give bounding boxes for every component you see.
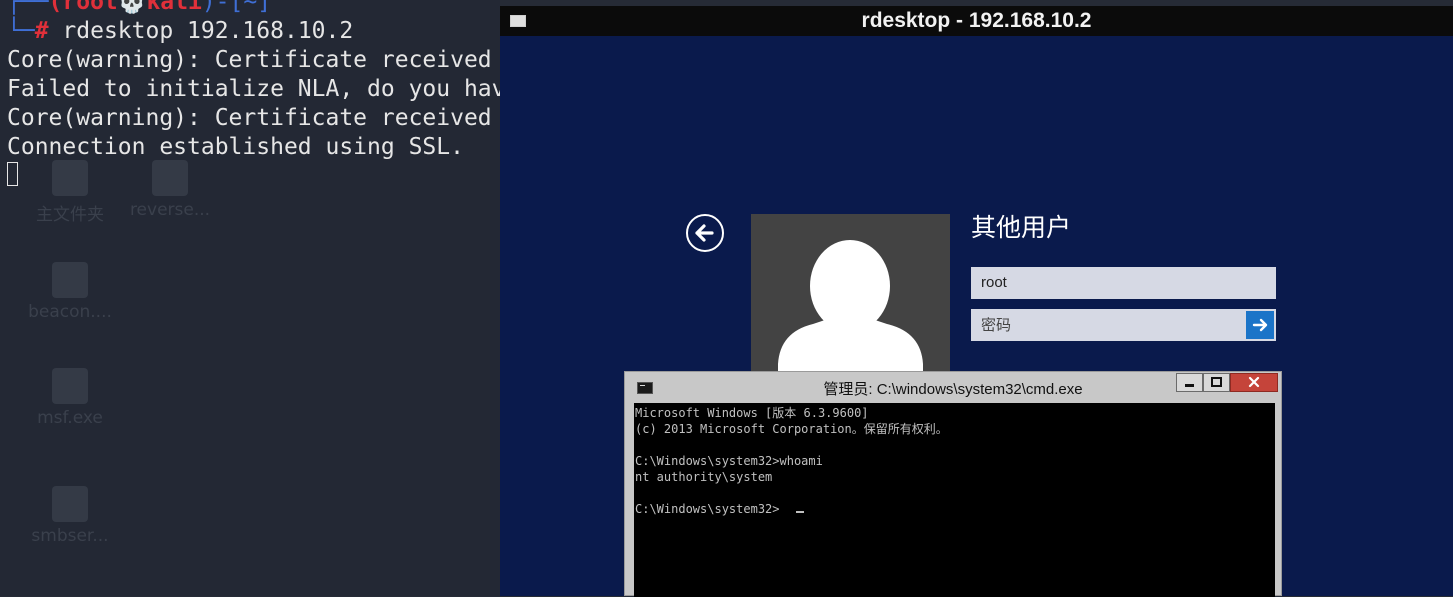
terminal-output-line: Core(warning): Certificate received [7, 105, 492, 131]
python-file-icon [52, 486, 88, 522]
maximize-button[interactable] [1203, 373, 1230, 392]
desktop-icon-beacon[interactable]: beacon.... [10, 262, 130, 322]
desktop-icon-label: beacon.... [28, 302, 112, 322]
console-line: Microsoft Windows [版本 6.3.9600] [635, 406, 869, 420]
cmd-titlebar[interactable]: 管理员: C:\windows\system32\cmd.exe [625, 372, 1281, 403]
cmd-console[interactable]: Microsoft Windows [版本 6.3.9600] (c) 2013… [634, 403, 1275, 597]
terminal-window[interactable]: 主文件夹 reverse... beacon.... msf.exe smbse… [0, 0, 500, 596]
desktop-icon-label: reverse... [129, 200, 211, 220]
terminal-prompt-header: ┌──(root💀kali)-[~] [7, 0, 271, 17]
prompt-dir: ~ [243, 0, 258, 15]
desktop-icon-smbserver[interactable]: smbser... [10, 486, 130, 546]
submit-button[interactable] [1246, 311, 1274, 339]
terminal-output-line: Core(warning): Certificate received [7, 47, 492, 73]
console-line: C:\Windows\system32> [635, 502, 780, 516]
desktop-icon-label: msf.exe [37, 408, 103, 428]
file-icon [52, 262, 88, 298]
desktop-icon-msf[interactable]: msf.exe [10, 368, 130, 428]
file-icon [52, 368, 88, 404]
desktop-icon-label: smbser... [31, 526, 109, 546]
minimize-icon [1185, 384, 1194, 387]
skull-icon: 💀 [117, 0, 147, 15]
close-icon [1248, 376, 1260, 388]
terminal-command: rdesktop 192.168.10.2 [62, 18, 354, 44]
login-user-label: 其他用户 [971, 213, 1072, 242]
terminal-output-line: Failed to initialize NLA, do you hav [7, 76, 500, 102]
desktop-icon-label: 主文件夹 [36, 205, 104, 225]
username-input[interactable]: root [971, 267, 1276, 299]
terminal-output-line: Connection established using SSL. [7, 134, 464, 160]
arrow-left-icon [695, 224, 714, 242]
maximize-icon [1211, 377, 1222, 387]
close-button[interactable] [1230, 373, 1278, 392]
terminal-cursor [7, 162, 18, 186]
arrow-right-icon [1252, 318, 1268, 332]
console-line: nt authority\system [635, 470, 773, 484]
back-button[interactable] [686, 214, 724, 252]
folder-icon [52, 160, 88, 196]
minimize-button[interactable] [1176, 373, 1203, 392]
password-input[interactable]: 密码 [971, 309, 1276, 341]
cmd-window[interactable]: 管理员: C:\windows\system32\cmd.exe Microso… [624, 371, 1282, 597]
console-line: (c) 2013 Microsoft Corporation。保留所有权利。 [635, 422, 948, 436]
console-cursor [796, 511, 804, 513]
prompt-user: (root [48, 0, 118, 15]
prompt-host: kali [146, 0, 202, 15]
prompt-hash: # [34, 18, 49, 44]
terminal-command-line: └─# rdesktop 192.168.10.2 [7, 18, 354, 44]
file-icon [152, 160, 188, 196]
rdesktop-title: rdesktop - 192.168.10.2 [861, 9, 1092, 32]
rdesktop-titlebar[interactable]: rdesktop - 192.168.10.2 [500, 6, 1453, 36]
desktop-icon-reverse[interactable]: reverse... [110, 160, 230, 220]
console-line: C:\Windows\system32>whoami [635, 454, 823, 468]
